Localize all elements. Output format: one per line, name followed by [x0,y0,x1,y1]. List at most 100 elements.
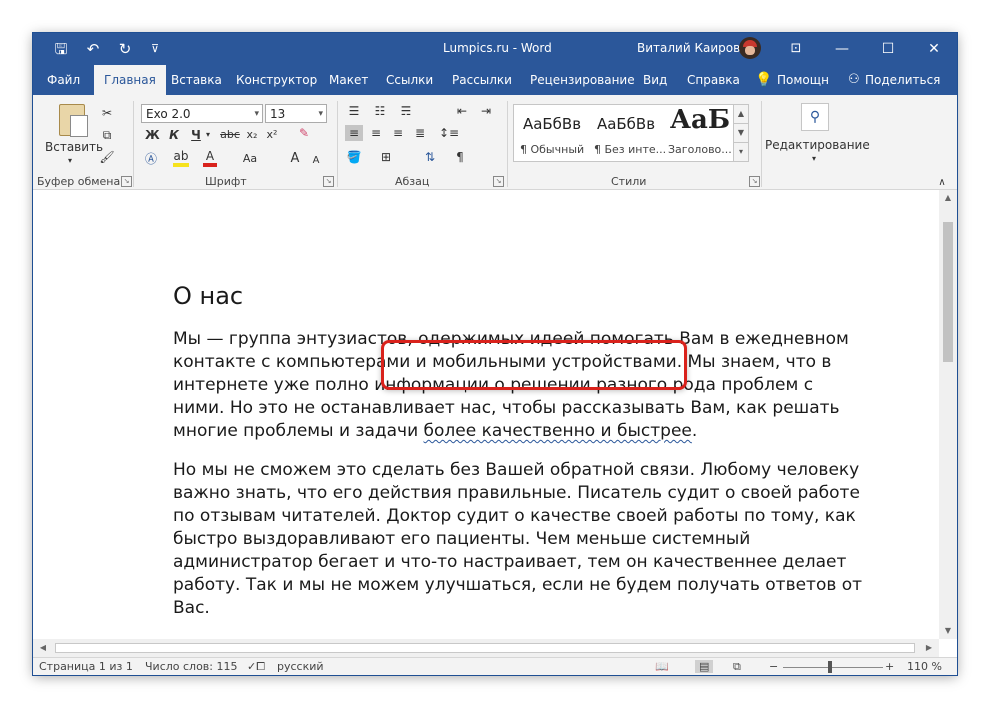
style-name: ¶ Без инте... [594,143,667,156]
minimize-button[interactable]: — [819,33,865,65]
proofing-icon[interactable]: ✓⧠ [247,660,265,674]
show-formatting-icon[interactable]: ¶ [451,149,469,165]
tab-help[interactable]: Справка [687,65,740,95]
avatar[interactable] [739,37,761,59]
ribbon-display-options-icon[interactable]: ⊡ [773,33,819,65]
bullets-icon[interactable]: ☰ [345,103,363,119]
page-count[interactable]: Страница 1 из 1 [39,660,133,673]
align-center-icon[interactable]: ≡ [367,125,385,141]
save-icon[interactable]: 🖫 [51,39,71,59]
highlight-color-icon[interactable]: ab [173,149,189,167]
format-painter-icon[interactable]: 🖌 [99,149,115,165]
read-mode-icon[interactable]: 📖 [655,660,669,673]
paragraph-launcher-icon[interactable]: ↘ [493,176,504,187]
tab-layout[interactable]: Макет [329,65,368,95]
tab-mailings[interactable]: Рассылки [452,65,512,95]
subscript-button[interactable]: x₂ [243,127,261,143]
shading-icon[interactable]: 🪣 [345,149,363,165]
language[interactable]: русский [277,660,324,673]
align-right-icon[interactable]: ≡ [389,125,407,141]
person-icon[interactable]: ⚇ [848,65,860,95]
maximize-button[interactable]: ☐ [865,33,911,65]
styles-scroll-up-icon[interactable]: ▲ [733,104,749,124]
paste-icon[interactable] [59,104,88,137]
underline-button[interactable]: Ч [189,127,203,143]
lightbulb-icon[interactable]: 💡 [755,65,772,95]
web-layout-icon[interactable]: ⧉ [733,660,741,674]
window-title: Lumpics.ru - Word [443,41,552,55]
close-button[interactable]: ✕ [911,33,957,65]
bold-button[interactable]: Ж [145,127,160,143]
paste-dropdown-icon[interactable]: ▾ [63,153,77,169]
shrink-font-button[interactable]: A [309,153,323,169]
zoom-in-button[interactable]: + [885,660,894,673]
change-case-button[interactable]: Aa [239,151,261,167]
clipboard-group-label: Буфер обмена [37,175,121,188]
sort-icon[interactable]: ⇅ [421,149,439,165]
styles-scroll-down-icon[interactable]: ▼ [733,123,749,143]
tab-insert[interactable]: Вставка [171,65,222,95]
tab-file[interactable]: Файл [47,65,80,95]
paragraph-group-label: Абзац [395,175,430,188]
scrollbar-thumb[interactable] [943,222,953,362]
decrease-indent-icon[interactable]: ⇤ [453,103,471,119]
font-launcher-icon[interactable]: ↘ [323,176,334,187]
font-color-icon[interactable]: A [203,149,217,167]
justify-icon[interactable]: ≣ [411,125,429,141]
scroll-right-icon[interactable]: ▶ [921,639,937,657]
customize-quick-access-icon[interactable]: ⊽ [145,39,165,59]
underline-dropdown-icon[interactable]: ▾ [203,127,213,143]
copy-icon[interactable]: ⧉ [99,127,115,143]
text-line: ними. Но это не останавливает нас, чтобы… [173,398,840,418]
scroll-down-icon[interactable]: ▼ [939,623,957,639]
strikethrough-button[interactable]: abc [219,127,241,143]
grow-font-button[interactable]: A [287,151,303,167]
tab-references[interactable]: Ссылки [386,65,433,95]
line-spacing-icon[interactable]: ↕≡ [439,125,459,141]
tab-home[interactable]: Главная [94,65,166,95]
clear-formatting-icon[interactable]: ✎ [295,125,313,141]
font-size-dropdown[interactable]: 13 ▾ [265,104,327,123]
numbering-icon[interactable]: ☷ [371,103,389,119]
share-button[interactable]: Поделиться [865,65,940,95]
print-layout-icon[interactable]: ▤ [695,660,714,673]
font-name-dropdown[interactable]: Exo 2.0 ▾ [141,104,263,123]
word-count[interactable]: Число слов: 115 [145,660,238,673]
collapse-ribbon-icon[interactable]: ∧ [935,175,949,191]
text-effects-icon[interactable]: Ⓐ [143,151,159,167]
redo-icon[interactable]: ↻ [115,39,135,59]
cut-icon[interactable]: ✂ [99,105,115,121]
zoom-slider[interactable] [783,667,883,668]
style-normal[interactable]: АаБбВв ¶ Обычный [516,105,588,161]
vertical-scrollbar[interactable]: ▲ ▼ [939,190,957,639]
marked-phrase[interactable]: более качественно и быстрее [424,421,692,441]
tab-design[interactable]: Конструктор [236,65,317,95]
horizontal-scrollbar[interactable]: ◀ ▶ [33,639,939,657]
horizontal-scroll-thumb[interactable] [55,643,915,653]
styles-launcher-icon[interactable]: ↘ [749,176,760,187]
clipboard-launcher-icon[interactable]: ↘ [121,176,132,187]
superscript-button[interactable]: x² [263,127,281,143]
scroll-up-icon[interactable]: ▲ [939,190,957,206]
italic-button[interactable]: К [167,127,181,143]
style-no-spacing[interactable]: АаБбВв ¶ Без инте... [590,105,666,161]
tab-view[interactable]: Вид [643,65,667,95]
user-name[interactable]: Виталий Каиров [637,41,740,55]
style-heading-1[interactable]: АаБ Заголово... [664,105,736,161]
editing-dropdown-icon[interactable]: ▾ [807,151,821,167]
search-icon[interactable]: ⚲ [801,103,829,131]
zoom-level[interactable]: 110 % [907,660,942,673]
styles-more-icon[interactable]: ▾ [733,142,749,162]
zoom-slider-thumb[interactable] [828,661,832,673]
tab-review[interactable]: Рецензирование [530,65,635,95]
scroll-left-icon[interactable]: ◀ [35,639,51,657]
align-left-icon[interactable]: ≡ [345,125,363,141]
tab-tell-me[interactable]: Помощн [777,65,829,95]
zoom-out-button[interactable]: − [769,660,778,673]
multilevel-list-icon[interactable]: ☴ [397,103,415,119]
borders-icon[interactable]: ⊞ [377,149,395,165]
font-name-value: Exo 2.0 [146,107,191,121]
document-page[interactable]: О нас Мы — группа энтузиастов, одержимых… [33,190,939,639]
undo-icon[interactable]: ↶ [83,39,103,59]
increase-indent-icon[interactable]: ⇥ [477,103,495,119]
